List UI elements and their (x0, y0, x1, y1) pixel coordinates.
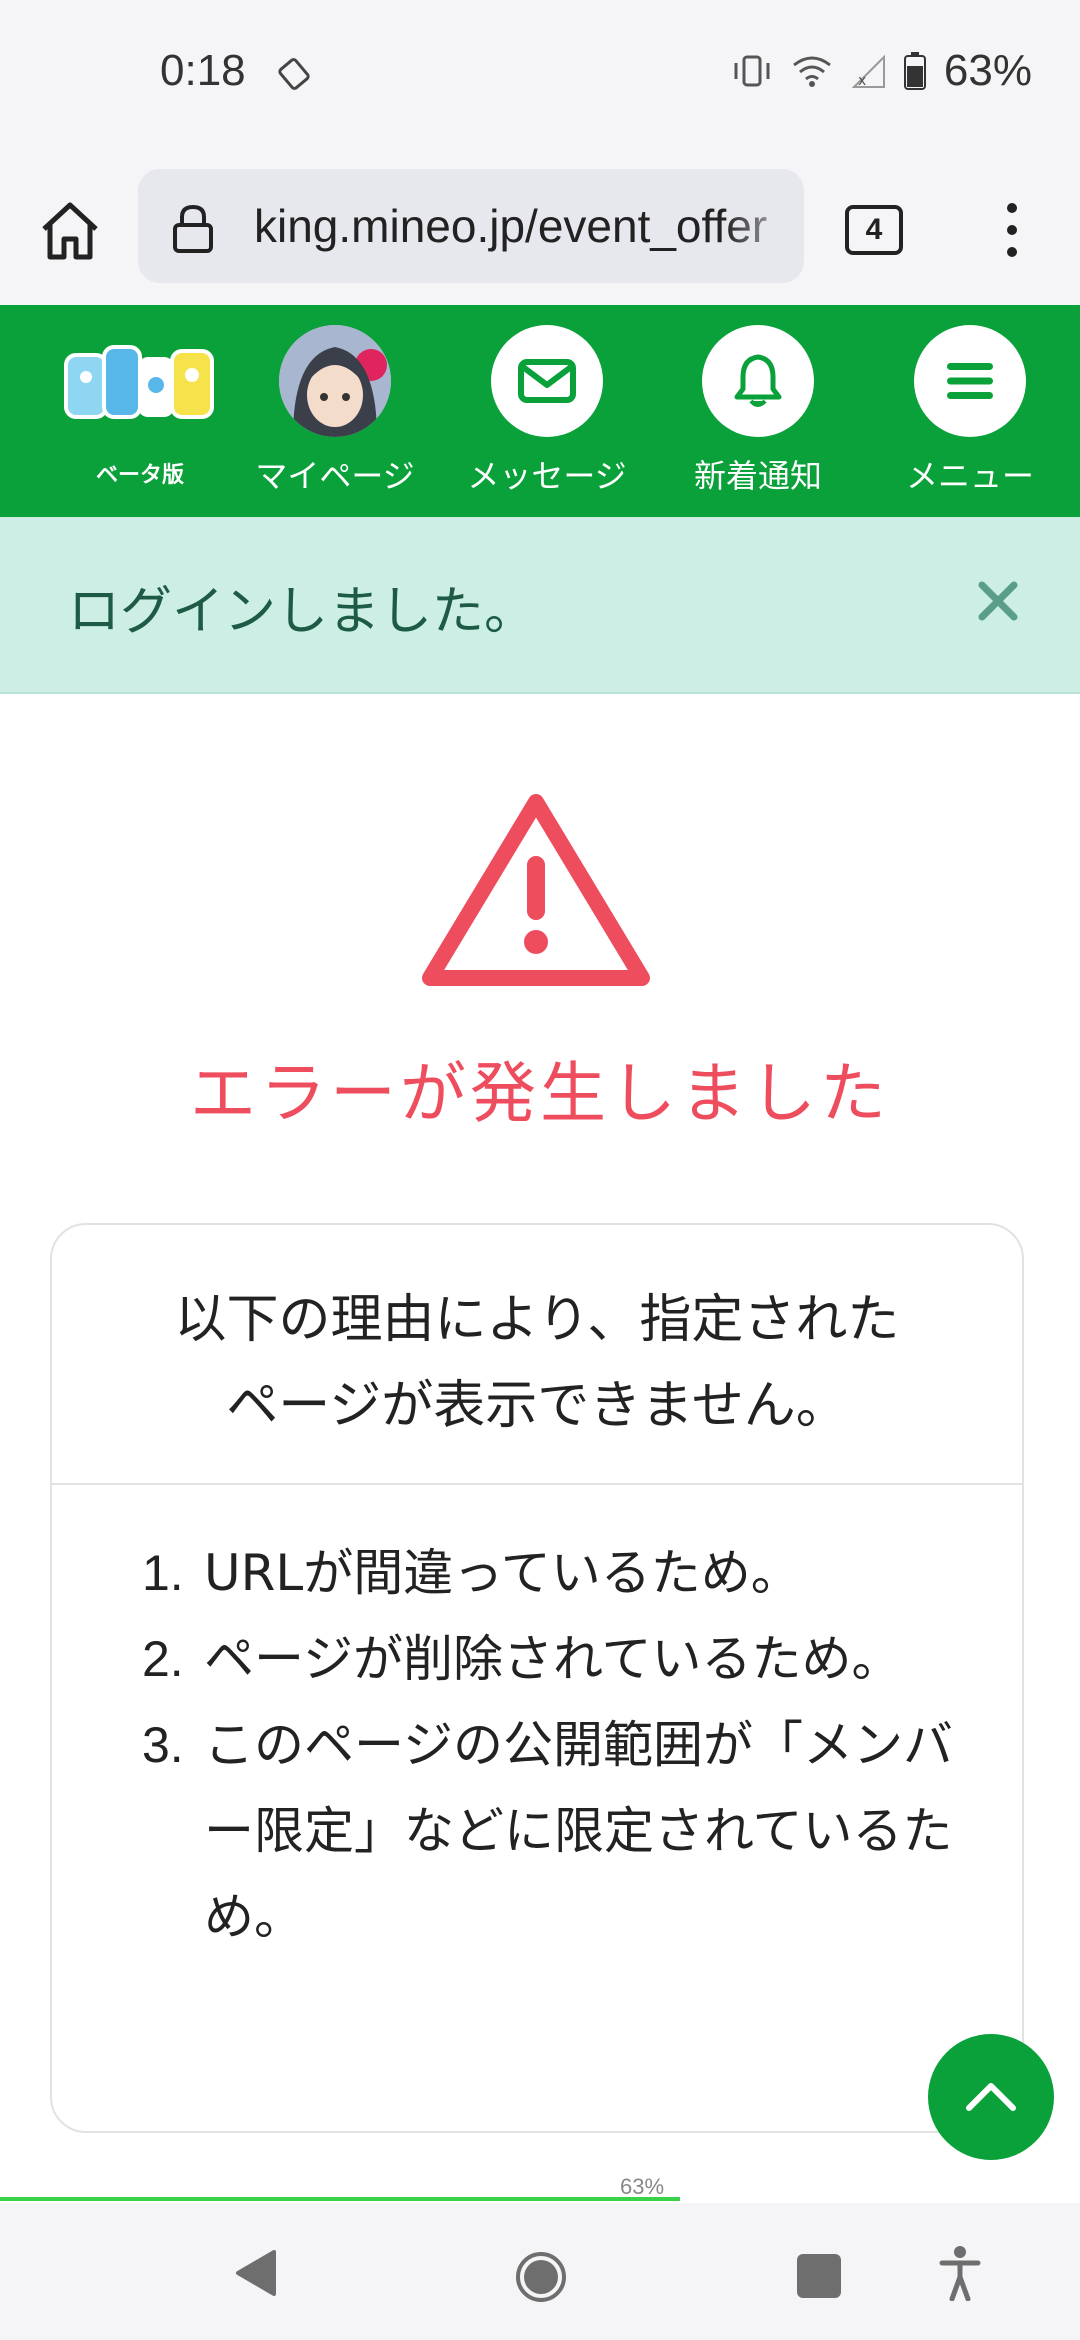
nav-message[interactable]: メッセージ (457, 325, 637, 497)
error-intro: 以下の理由により、指定された ページが表示できません。 (52, 1277, 1022, 1449)
reason-number: 1. (142, 1545, 184, 1601)
banner-message: ログインしました。 (68, 582, 537, 642)
url-fade (724, 169, 804, 283)
status-bar: 0:18 x 63% (0, 0, 1080, 155)
auto-rotate-icon (278, 58, 310, 90)
nav-menu-label: メニュー (905, 457, 1034, 495)
logo-mark (64, 345, 214, 419)
browser-toolbar: king.mineo.jp/event_offer 4 (0, 155, 1080, 305)
reason-list: 1. URLが間違っているため。 2. ページが削除されているため。 3. この… (142, 1530, 972, 1960)
error-card-header: 以下の理由により、指定された ページが表示できません。 (52, 1225, 1022, 1485)
nav-menu[interactable]: メニュー (880, 325, 1060, 497)
nav-notification[interactable]: 新着通知 (668, 325, 848, 497)
wifi-icon (793, 56, 831, 87)
accessibility-icon[interactable] (938, 2245, 982, 2301)
site-header: ベータ版 マイページ メッセージ 新着通知 メニュー (0, 305, 1080, 517)
envelope-icon (518, 359, 576, 403)
recent-apps-icon[interactable] (797, 2254, 841, 2298)
nav-notification-circle (702, 325, 814, 437)
nav-menu-circle (914, 325, 1026, 437)
error-title: エラーが発生しました (190, 1055, 890, 1132)
home-nav-icon[interactable] (515, 2251, 567, 2303)
url-bar[interactable]: king.mineo.jp/event_offer (138, 169, 804, 283)
list-item: 1. URLが間違っているため。 (142, 1530, 972, 1616)
system-nav-bar (0, 2203, 1080, 2340)
page-load-progress-bar (0, 2197, 681, 2201)
tab-switcher-button[interactable]: 4 (845, 205, 903, 255)
chevron-up-icon (966, 2083, 1016, 2111)
error-card: 以下の理由により、指定された ページが表示できません。 1. URLが間違ってい… (50, 1223, 1024, 2133)
battery-icon (903, 52, 926, 90)
site-logo[interactable]: ベータ版 (60, 327, 220, 488)
reason-text: URLが間違っているため。 (204, 1544, 801, 1602)
list-item: 3. このページの公開範囲が「メンバー限定」などに限定されているため。 (142, 1702, 972, 1960)
avatar (279, 325, 391, 437)
status-icons: x 63% (732, 46, 1032, 96)
nav-mypage[interactable]: マイページ (245, 325, 425, 497)
nav-notification-label: 新着通知 (693, 457, 822, 495)
url-text: king.mineo.jp/event_offer (254, 200, 768, 252)
nav-message-label: メッセージ (467, 457, 627, 495)
home-icon[interactable] (36, 197, 104, 265)
svg-text:x: x (858, 73, 866, 89)
nav-message-circle (491, 325, 603, 437)
error-intro-line2: ページが表示できません。 (226, 1376, 848, 1436)
reason-number: 2. (142, 1631, 184, 1687)
hamburger-icon (947, 363, 993, 399)
error-intro-line1: 以下の理由により、指定された (174, 1290, 900, 1350)
reason-text: ページが削除されているため。 (204, 1630, 902, 1688)
vibrate-icon (734, 55, 770, 87)
battery-percent: 63% (943, 46, 1032, 95)
warning-icon (422, 794, 650, 986)
bell-icon (734, 354, 782, 407)
login-success-banner: ログインしました。 (0, 517, 1080, 694)
reason-text: このページの公開範囲が「メンバー限定」などに限定されているため。 (204, 1716, 953, 1946)
back-icon[interactable] (232, 2248, 278, 2298)
reason-number: 3. (142, 1717, 184, 1773)
logo-subtitle: ベータ版 (95, 463, 184, 488)
list-item: 2. ページが削除されているため。 (142, 1616, 972, 1702)
scroll-to-top-button[interactable] (928, 2034, 1054, 2160)
page-load-progress-label: 63% (620, 2174, 665, 2199)
status-time: 0:18 (160, 46, 246, 95)
more-options-icon[interactable] (1000, 200, 1024, 260)
nav-mypage-label: マイページ (255, 457, 415, 495)
close-icon[interactable] (976, 579, 1020, 623)
signal-icon: x (851, 54, 885, 89)
lock-icon (173, 204, 213, 253)
